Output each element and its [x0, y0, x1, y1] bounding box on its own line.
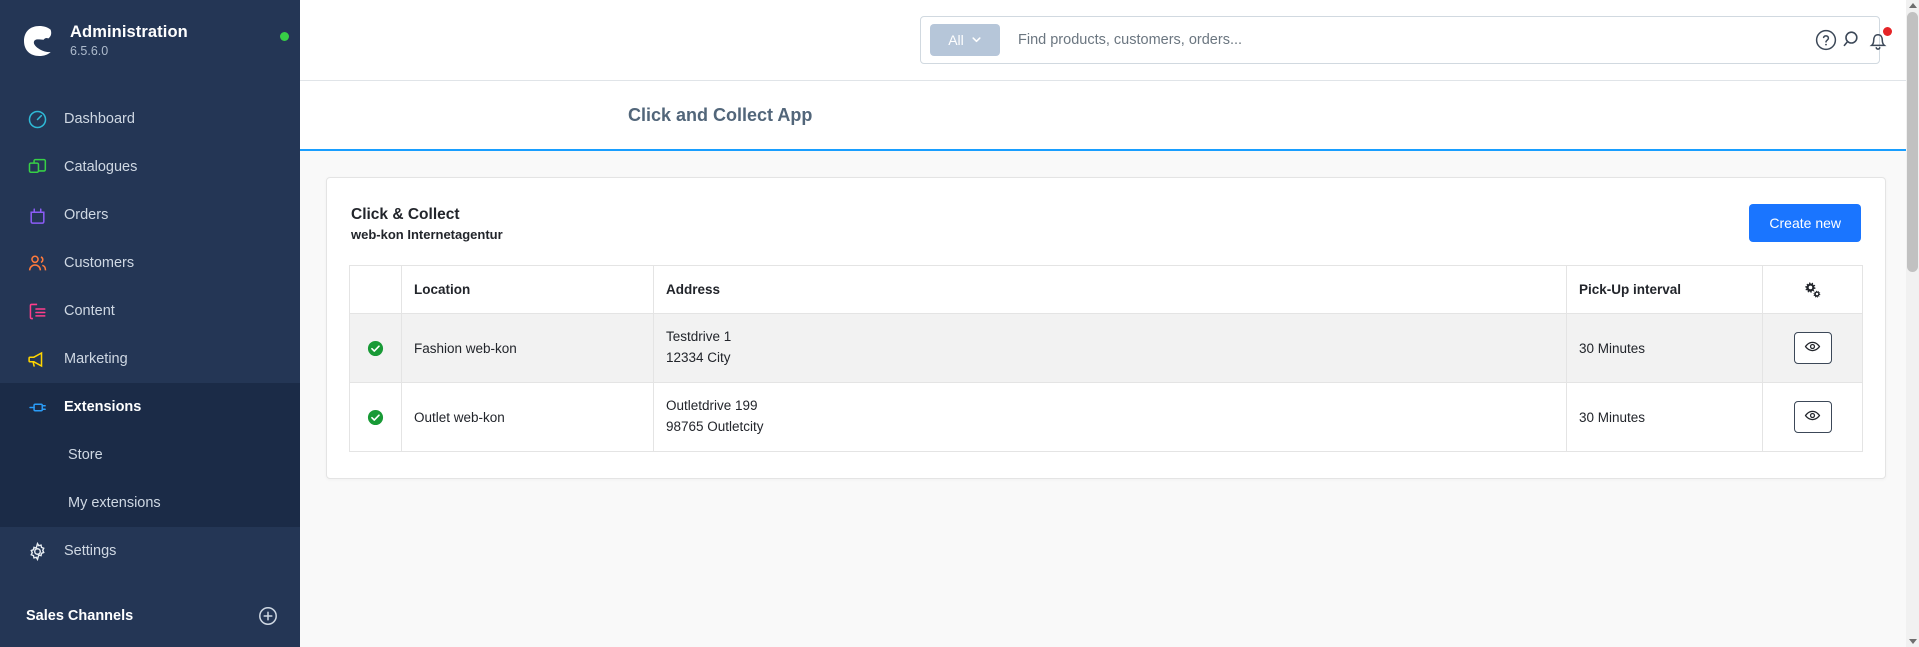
check-circle-icon: [367, 409, 384, 426]
row-address-line1: Testdrive 1: [666, 329, 732, 345]
global-search[interactable]: All: [920, 16, 1880, 64]
table-row[interactable]: Fashion web-kon Testdrive 1 12334 City 3…: [349, 313, 1863, 384]
brand-text: Administration 6.5.6.0: [70, 22, 188, 59]
card-header: Click & Collect web-kon Internetagentur …: [349, 200, 1863, 265]
sidebar-item-label: Orders: [64, 207, 109, 224]
row-location: Outlet web-kon: [401, 382, 654, 452]
orders-bag-icon: [26, 204, 48, 226]
sidebar-item-marketing[interactable]: Marketing: [0, 335, 300, 383]
sales-channels-header: Sales Channels: [0, 585, 300, 647]
marketing-megaphone-icon: [26, 348, 48, 370]
column-header-address: Address: [653, 265, 1567, 315]
search-scope-label: All: [948, 32, 964, 48]
page-title: Click and Collect App: [628, 104, 813, 125]
dashboard-gauge-icon: [26, 108, 48, 130]
sidebar-item-store[interactable]: Store: [0, 431, 300, 480]
column-header-pickup-interval: Pick-Up interval: [1566, 265, 1763, 315]
sidebar-item-customers[interactable]: Customers: [0, 239, 300, 287]
topbar: All: [300, 0, 1919, 81]
sidebar-item-label: Content: [64, 303, 115, 320]
sidebar-item-extensions[interactable]: Extensions: [0, 383, 300, 432]
create-new-button[interactable]: Create new: [1749, 204, 1861, 242]
catalogues-stack-icon: [26, 156, 48, 178]
status-dot: [279, 32, 289, 41]
sidebar: Administration 6.5.6.0 Dashboard Catalog…: [0, 0, 300, 647]
sidebar-item-label: Marketing: [64, 351, 128, 368]
sidebar-item-settings[interactable]: Settings: [0, 527, 300, 575]
notification-badge: [1883, 27, 1892, 36]
sidebar-subnav: Store My extensions: [0, 431, 300, 528]
row-status-cell: [349, 313, 402, 384]
card-title: Click & Collect: [351, 206, 460, 223]
column-header-location: Location: [401, 265, 654, 315]
search-input[interactable]: [1000, 32, 1841, 48]
row-location: Fashion web-kon: [401, 313, 654, 384]
card-subtitle: web-kon Internetagentur: [351, 227, 503, 243]
plus-circle-icon[interactable]: [258, 606, 278, 626]
search-scope-dropdown[interactable]: All: [930, 24, 1000, 56]
column-header-status: [349, 265, 402, 315]
sidebar-item-orders[interactable]: Orders: [0, 191, 300, 239]
content-area: Click & Collect web-kon Internetagentur …: [300, 151, 1919, 647]
sales-channels-label: Sales Channels: [26, 608, 134, 624]
search-icon[interactable]: [1841, 28, 1865, 52]
shopware-logo-icon: [22, 24, 56, 58]
scroll-down-arrow-icon[interactable]: [1909, 639, 1917, 644]
row-pickup-interval: 30 Minutes: [1566, 382, 1763, 452]
customers-people-icon: [26, 252, 48, 274]
eye-icon: [1804, 338, 1821, 358]
scroll-up-arrow-icon[interactable]: [1909, 3, 1917, 8]
table-row[interactable]: Outlet web-kon Outletdrive 199 98765 Out…: [349, 382, 1863, 452]
row-address-line1: Outletdrive 199: [666, 398, 758, 414]
brand-header[interactable]: Administration 6.5.6.0: [0, 0, 300, 81]
eye-icon: [1804, 407, 1821, 427]
table-head: Location Address Pick-Up interval: [349, 265, 1863, 315]
main-area: All Find products, customers, orders... …: [300, 0, 1919, 647]
chevron-down-icon: [971, 32, 982, 48]
row-address-line2: 98765 Outletcity: [666, 419, 764, 435]
content-layout-icon: [26, 300, 48, 322]
sidebar-item-label: Dashboard: [64, 111, 135, 128]
sidebar-item-label: Extensions: [64, 399, 142, 416]
extensions-plug-icon: [26, 396, 48, 418]
admin-app: Administration 6.5.6.0 Dashboard Catalog…: [0, 0, 1919, 647]
card-titles: Click & Collect web-kon Internetagentur: [351, 204, 503, 245]
sidebar-nav: Dashboard Catalogues Orders Customers Co…: [0, 95, 300, 575]
row-address: Testdrive 1 12334 City: [653, 313, 1567, 384]
help-circle-icon[interactable]: [1813, 27, 1839, 53]
sidebar-item-dashboard[interactable]: Dashboard: [0, 95, 300, 143]
settings-columns-gear-icon[interactable]: [1775, 281, 1850, 298]
row-pickup-interval: 30 Minutes: [1566, 313, 1763, 384]
sidebar-item-label: Catalogues: [64, 159, 138, 176]
row-status-cell: [349, 382, 402, 452]
click-and-collect-card: Click & Collect web-kon Internetagentur …: [326, 177, 1886, 479]
locations-table: Location Address Pick-Up interval Fashio…: [349, 265, 1863, 452]
sidebar-item-catalogues[interactable]: Catalogues: [0, 143, 300, 191]
brand-version: 6.5.6.0: [70, 43, 109, 58]
view-details-button[interactable]: [1793, 332, 1832, 365]
sidebar-item-label: Settings: [64, 543, 117, 560]
row-address-line2: 12334 City: [666, 350, 731, 366]
table-body: Fashion web-kon Testdrive 1 12334 City 3…: [349, 313, 1863, 452]
row-address: Outletdrive 199 98765 Outletcity: [653, 382, 1567, 452]
check-circle-icon: [367, 340, 384, 357]
sidebar-item-content[interactable]: Content: [0, 287, 300, 335]
scrollbar-thumb[interactable]: [1907, 12, 1918, 272]
column-header-actions: [1762, 265, 1863, 315]
gear-icon: [26, 540, 48, 562]
table-header-row: Location Address Pick-Up interval: [349, 265, 1863, 315]
row-actions-cell: [1762, 313, 1863, 384]
page-scrollbar[interactable]: [1906, 0, 1919, 647]
row-actions-cell: [1763, 383, 1863, 452]
bell-icon[interactable]: [1865, 27, 1892, 53]
page-header: Click and Collect App: [300, 81, 1919, 151]
sidebar-item-label: Customers: [64, 255, 135, 272]
sidebar-item-my-extensions[interactable]: My extensions: [0, 479, 300, 528]
view-details-button[interactable]: [1793, 401, 1832, 434]
brand-title: Administration: [70, 23, 188, 41]
